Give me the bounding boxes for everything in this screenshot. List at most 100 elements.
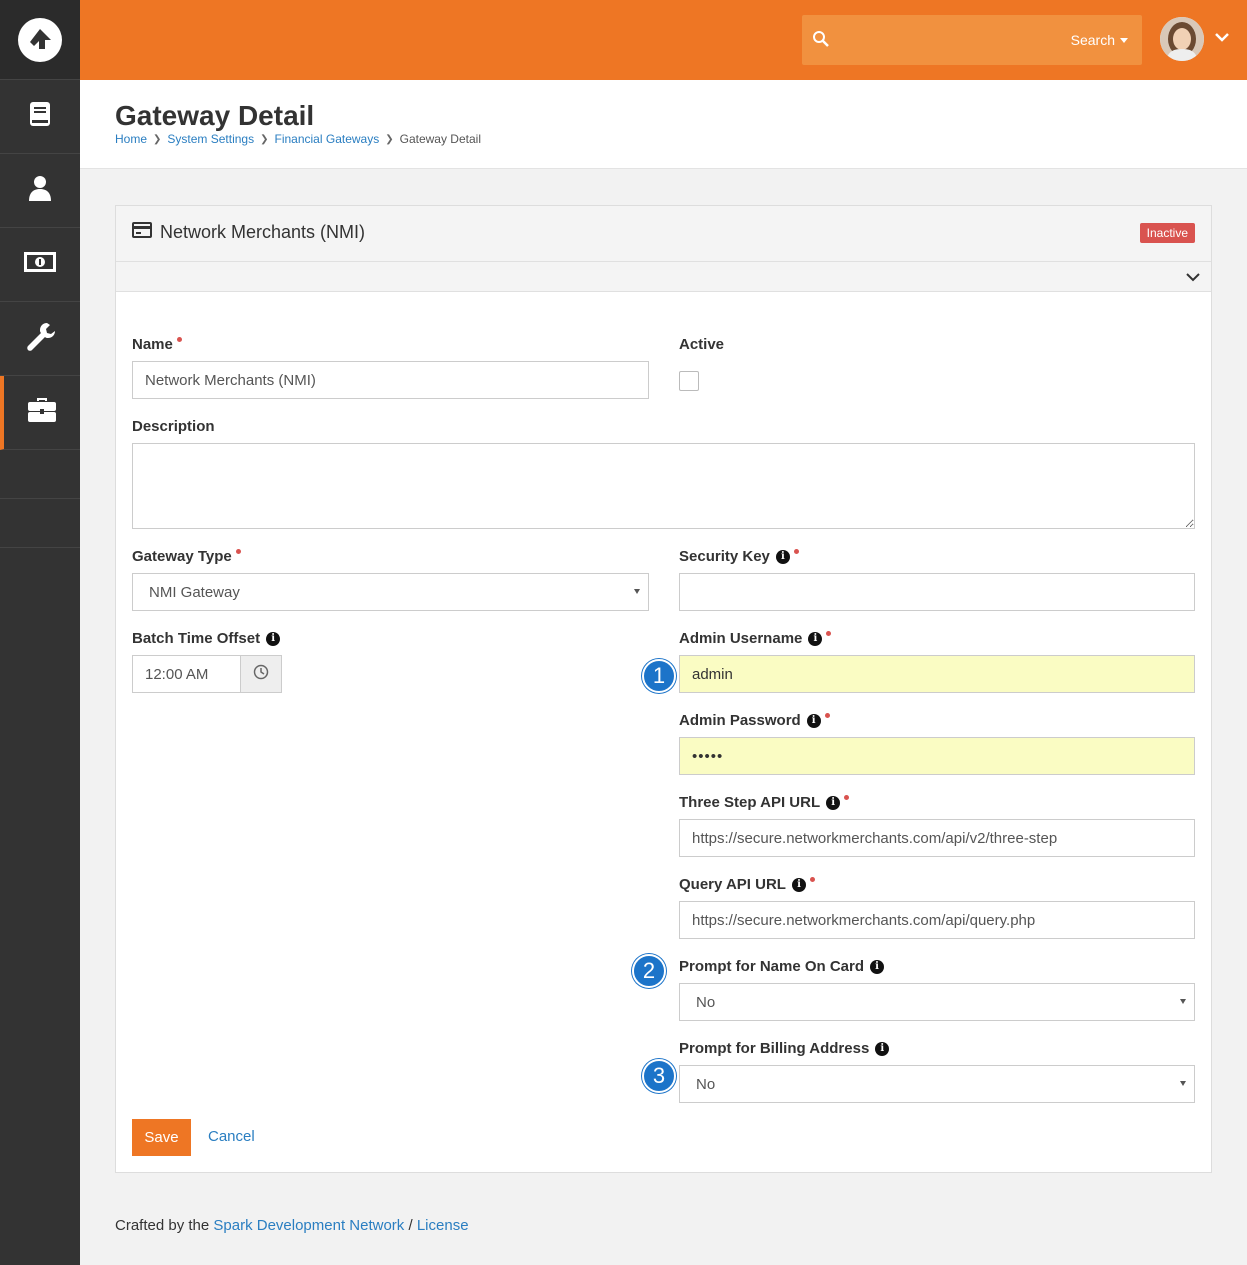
footer: Crafted by the Spark Development Network… xyxy=(115,1217,469,1234)
search-input[interactable] xyxy=(842,25,1062,55)
admin-username-label: Admin Username i xyxy=(679,630,832,647)
sidebar-item-people[interactable] xyxy=(0,154,80,228)
gateway-type-label-text: Gateway Type xyxy=(132,548,232,565)
rock-logo-icon xyxy=(18,17,62,62)
prompt-name-select[interactable]: No xyxy=(679,983,1195,1021)
save-button[interactable]: Save xyxy=(132,1119,191,1156)
search-type-label: Search xyxy=(1070,32,1115,48)
panel-title-text: Network Merchants (NMI) xyxy=(160,222,366,242)
admin-username-input[interactable] xyxy=(692,665,1182,683)
batch-time-field[interactable] xyxy=(132,655,242,693)
required-indicator xyxy=(235,549,241,554)
sidebar-item-content[interactable] xyxy=(0,80,80,154)
time-picker-button[interactable] xyxy=(240,655,282,693)
panel-title: Network Merchants (NMI) xyxy=(132,222,365,243)
sidebar-item-finance[interactable] xyxy=(0,228,80,302)
wrench-icon xyxy=(25,321,55,356)
sidebar-empty-slot xyxy=(0,499,80,548)
security-key-label: Security Key i xyxy=(679,548,799,565)
rock-logo[interactable] xyxy=(0,0,80,80)
footer-license-link[interactable]: License xyxy=(417,1217,469,1234)
required-indicator xyxy=(824,713,830,718)
sidebar xyxy=(0,0,80,1265)
prompt-billing-select[interactable]: No xyxy=(679,1065,1195,1103)
info-icon[interactable]: i xyxy=(870,959,885,974)
description-label-text: Description xyxy=(132,418,215,435)
query-api-url-field[interactable] xyxy=(679,901,1195,939)
admin-password-field[interactable]: ••••• xyxy=(679,737,1195,775)
gateway-panel: Network Merchants (NMI) Inactive Name Ac… xyxy=(115,205,1212,1173)
info-icon[interactable]: i xyxy=(806,713,821,728)
sidebar-item-admin[interactable] xyxy=(0,376,80,450)
gateway-type-value: NMI Gateway xyxy=(149,583,240,601)
breadcrumb-separator-icon: ❯ xyxy=(153,133,162,145)
select-caret-icon xyxy=(1180,1081,1186,1086)
callout-marker-1: 1 xyxy=(642,659,676,693)
breadcrumb-separator-icon: ❯ xyxy=(260,133,269,145)
user-icon xyxy=(27,174,53,207)
breadcrumb-system-settings[interactable]: System Settings xyxy=(167,132,254,146)
credit-card-icon xyxy=(132,222,152,243)
prompt-name-label-text: Prompt for Name On Card xyxy=(679,958,865,975)
search-box: Search xyxy=(802,15,1142,65)
info-icon[interactable]: i xyxy=(826,795,841,810)
description-textarea[interactable] xyxy=(132,443,1195,529)
name-label-text: Name xyxy=(132,336,173,353)
batch-time-offset-label-text: Batch Time Offset xyxy=(132,630,261,647)
description-label: Description xyxy=(132,418,215,435)
security-key-field[interactable] xyxy=(679,573,1195,611)
required-indicator xyxy=(844,795,850,800)
info-icon[interactable]: i xyxy=(775,549,790,564)
search-type-dropdown[interactable]: Search xyxy=(1071,32,1128,48)
panel-drawer xyxy=(116,262,1211,292)
three-step-url-field[interactable] xyxy=(679,819,1195,857)
admin-password-label-text: Admin Password xyxy=(679,712,801,729)
prompt-billing-value: No xyxy=(696,1075,716,1093)
prompt-billing-label: Prompt for Billing Address i xyxy=(679,1040,890,1057)
name-field[interactable] xyxy=(132,361,649,399)
avatar[interactable] xyxy=(1160,17,1204,61)
active-checkbox[interactable] xyxy=(679,371,699,391)
chevron-down-icon[interactable] xyxy=(1185,270,1201,288)
status-badge: Inactive xyxy=(1139,223,1195,243)
breadcrumb-home[interactable]: Home xyxy=(115,132,147,146)
info-icon[interactable]: i xyxy=(791,877,806,892)
page-header: Gateway Detail Home ❯ System Settings ❯ … xyxy=(80,80,1247,169)
batch-time-offset-label: Batch Time Offset i xyxy=(132,630,281,647)
footer-spark-link[interactable]: Spark Development Network xyxy=(213,1217,404,1234)
sidebar-empty-slot xyxy=(0,450,80,499)
security-key-input[interactable] xyxy=(692,583,1182,601)
admin-username-field[interactable] xyxy=(679,655,1195,693)
prompt-name-label: Prompt for Name On Card i xyxy=(679,958,885,975)
sidebar-item-tools[interactable] xyxy=(0,302,80,376)
required-indicator xyxy=(826,631,832,636)
three-step-url-label: Three Step API URL i xyxy=(679,794,850,811)
select-caret-icon xyxy=(1180,999,1186,1004)
top-header: Search xyxy=(80,0,1247,80)
query-api-url-input[interactable] xyxy=(692,911,1182,929)
footer-separator: / xyxy=(408,1217,413,1234)
name-input[interactable] xyxy=(145,371,636,389)
admin-password-label: Admin Password i xyxy=(679,712,830,729)
panel-heading: Network Merchants (NMI) Inactive xyxy=(116,206,1211,262)
info-icon[interactable]: i xyxy=(808,631,823,646)
required-indicator xyxy=(793,549,799,554)
query-api-url-label: Query API URL i xyxy=(679,876,815,893)
info-icon[interactable]: i xyxy=(875,1041,890,1056)
caret-down-icon xyxy=(1120,37,1128,43)
active-label-text: Active xyxy=(679,336,725,353)
info-icon[interactable]: i xyxy=(266,631,281,646)
gateway-type-label: Gateway Type xyxy=(132,548,241,565)
cancel-button[interactable]: Cancel xyxy=(208,1128,255,1145)
gateway-type-select[interactable]: NMI Gateway xyxy=(132,573,649,611)
search-icon xyxy=(812,30,830,53)
breadcrumb-financial-gateways[interactable]: Financial Gateways xyxy=(275,132,380,146)
prompt-name-value: No xyxy=(696,993,716,1011)
user-menu-chevron-icon[interactable] xyxy=(1214,30,1230,48)
select-caret-icon xyxy=(634,589,640,594)
active-label: Active xyxy=(679,336,724,353)
query-api-url-label-text: Query API URL xyxy=(679,876,786,893)
admin-username-label-text: Admin Username xyxy=(679,630,803,647)
three-step-url-input[interactable] xyxy=(692,829,1182,847)
batch-time-input[interactable] xyxy=(145,665,229,683)
